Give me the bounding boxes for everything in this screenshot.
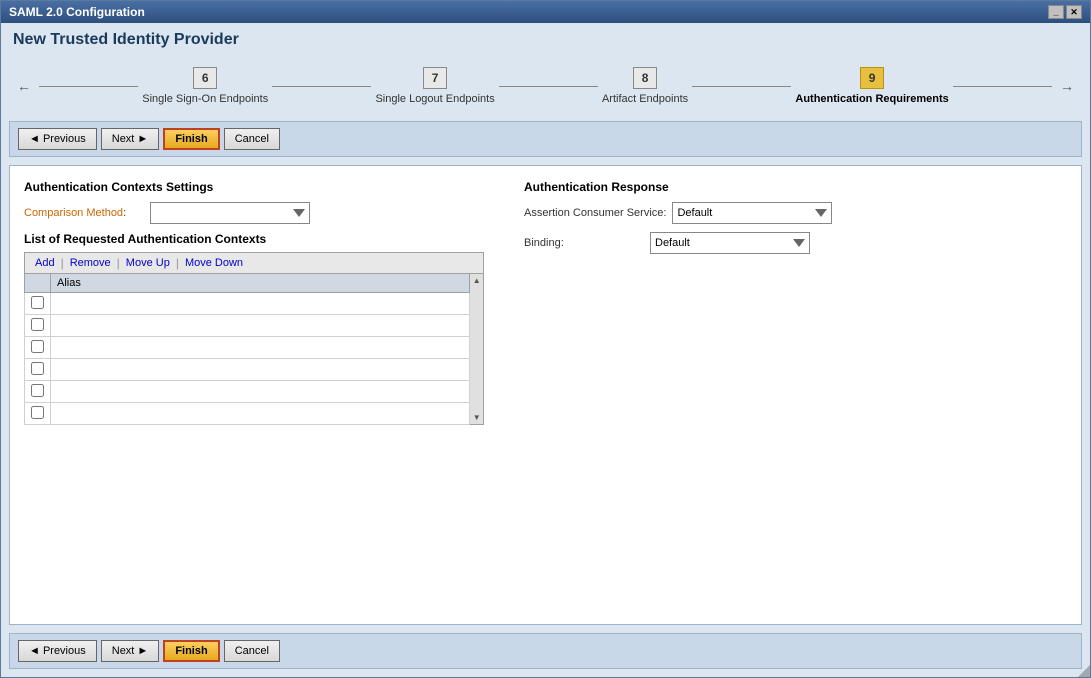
comparison-method-label-text: Comparison Method [24, 207, 123, 219]
table-row [25, 359, 470, 381]
wizard-step-8[interactable]: 8 Artifact Endpoints [602, 67, 688, 105]
left-panel: Authentication Contexts Settings Compari… [24, 180, 484, 610]
row-4-alias [51, 359, 470, 381]
page-title: New Trusted Identity Provider [9, 31, 1082, 49]
wizard-line-1 [39, 86, 138, 87]
table-row [25, 293, 470, 315]
comparison-method-select[interactable]: exact minimum maximum better [150, 202, 310, 224]
row-1-checkbox[interactable] [31, 296, 44, 309]
main-window: SAML 2.0 Configuration _ ✕ New Trusted I… [0, 0, 1091, 678]
top-previous-button[interactable]: ◄ Previous [18, 128, 97, 150]
binding-label: Binding: [524, 237, 644, 249]
bottom-next-button[interactable]: Next ► [101, 640, 160, 662]
scroll-down-arrow[interactable]: ▼ [473, 413, 481, 422]
top-cancel-button[interactable]: Cancel [224, 128, 280, 150]
main-content: New Trusted Identity Provider ← 6 Single… [1, 23, 1090, 677]
list-remove-button[interactable]: Remove [66, 257, 115, 269]
row-6-checkbox[interactable] [31, 406, 44, 419]
title-bar: SAML 2.0 Configuration _ ✕ [1, 1, 1090, 23]
separator-2: | [117, 256, 120, 270]
row-5-alias [51, 381, 470, 403]
list-move-down-button[interactable]: Move Down [181, 257, 247, 269]
assertion-consumer-service-label: Assertion Consumer Service: [524, 207, 666, 219]
separator-3: | [176, 256, 179, 270]
assertion-consumer-service-row: Assertion Consumer Service: Default POST… [524, 202, 1067, 224]
step-number-7: 7 [423, 67, 447, 89]
table-row [25, 315, 470, 337]
comparison-method-row: Comparison Method: exact minimum maximum… [24, 202, 484, 224]
list-action-toolbar: Add | Remove | Move Up | Move Down [24, 252, 484, 273]
alias-column-header: Alias [51, 274, 470, 293]
scroll-up-arrow[interactable]: ▲ [473, 276, 481, 285]
top-toolbar: ◄ Previous Next ► Finish Cancel [9, 121, 1082, 157]
step-number-8: 8 [633, 67, 657, 89]
wizard-line-3 [499, 86, 598, 87]
table-row [25, 381, 470, 403]
list-add-button[interactable]: Add [31, 257, 59, 269]
row-1-checkbox-cell [25, 293, 51, 315]
auth-contexts-title: Authentication Contexts Settings [24, 180, 484, 194]
top-finish-button[interactable]: Finish [163, 128, 219, 150]
minimize-button[interactable]: _ [1048, 5, 1064, 19]
table-header-checkbox [25, 274, 51, 293]
wizard-line-4 [692, 86, 791, 87]
resize-handle[interactable] [1078, 665, 1090, 677]
row-4-checkbox-cell [25, 359, 51, 381]
wizard-step-9[interactable]: 9 Authentication Requirements [795, 67, 948, 105]
row-5-checkbox-cell [25, 381, 51, 403]
row-3-alias [51, 337, 470, 359]
row-6-checkbox-cell [25, 403, 51, 425]
step-label-8: Artifact Endpoints [602, 93, 688, 105]
table-row [25, 337, 470, 359]
wizard-line-2 [272, 86, 371, 87]
row-2-checkbox[interactable] [31, 318, 44, 331]
row-1-alias [51, 293, 470, 315]
list-section-title: List of Requested Authentication Context… [24, 232, 484, 246]
alias-table-container: Alias [24, 273, 484, 425]
content-area: Authentication Contexts Settings Compari… [9, 165, 1082, 625]
row-5-checkbox[interactable] [31, 384, 44, 397]
step-number-9: 9 [860, 67, 884, 89]
row-2-checkbox-cell [25, 315, 51, 337]
table-row [25, 403, 470, 425]
bottom-finish-button[interactable]: Finish [163, 640, 219, 662]
bottom-toolbar: ◄ Previous Next ► Finish Cancel [9, 633, 1082, 669]
wizard-step-7[interactable]: 7 Single Logout Endpoints [375, 67, 494, 105]
wizard-step-6[interactable]: 6 Single Sign-On Endpoints [142, 67, 268, 105]
row-2-alias [51, 315, 470, 337]
table-scrollbar[interactable]: ▲ ▼ [470, 273, 484, 425]
title-bar-buttons: _ ✕ [1048, 5, 1082, 19]
auth-response-title: Authentication Response [524, 180, 1067, 194]
wizard-steps: ← 6 Single Sign-On Endpoints 7 Single Lo… [9, 59, 1082, 113]
alias-table: Alias [24, 273, 470, 425]
step-number-6: 6 [193, 67, 217, 89]
row-3-checkbox-cell [25, 337, 51, 359]
close-button[interactable]: ✕ [1066, 5, 1082, 19]
row-3-checkbox[interactable] [31, 340, 44, 353]
right-panel: Authentication Response Assertion Consum… [524, 180, 1067, 610]
bottom-previous-button[interactable]: ◄ Previous [18, 640, 97, 662]
list-move-up-button[interactable]: Move Up [122, 257, 174, 269]
wizard-right-arrow: → [1060, 78, 1074, 94]
row-6-alias [51, 403, 470, 425]
comparison-method-label: Comparison Method: [24, 207, 144, 219]
separator-1: | [61, 256, 64, 270]
top-next-button[interactable]: Next ► [101, 128, 160, 150]
step-label-6: Single Sign-On Endpoints [142, 93, 268, 105]
wizard-left-arrow: ← [17, 78, 31, 94]
window-title: SAML 2.0 Configuration [9, 5, 145, 19]
binding-row: Binding: Default POST Redirect [524, 232, 1067, 254]
wizard-line-5 [953, 86, 1052, 87]
step-label-9: Authentication Requirements [795, 93, 948, 105]
binding-select[interactable]: Default POST Redirect [650, 232, 810, 254]
step-label-7: Single Logout Endpoints [375, 93, 494, 105]
assertion-consumer-service-select[interactable]: Default POST Artifact [672, 202, 832, 224]
bottom-cancel-button[interactable]: Cancel [224, 640, 280, 662]
row-4-checkbox[interactable] [31, 362, 44, 375]
